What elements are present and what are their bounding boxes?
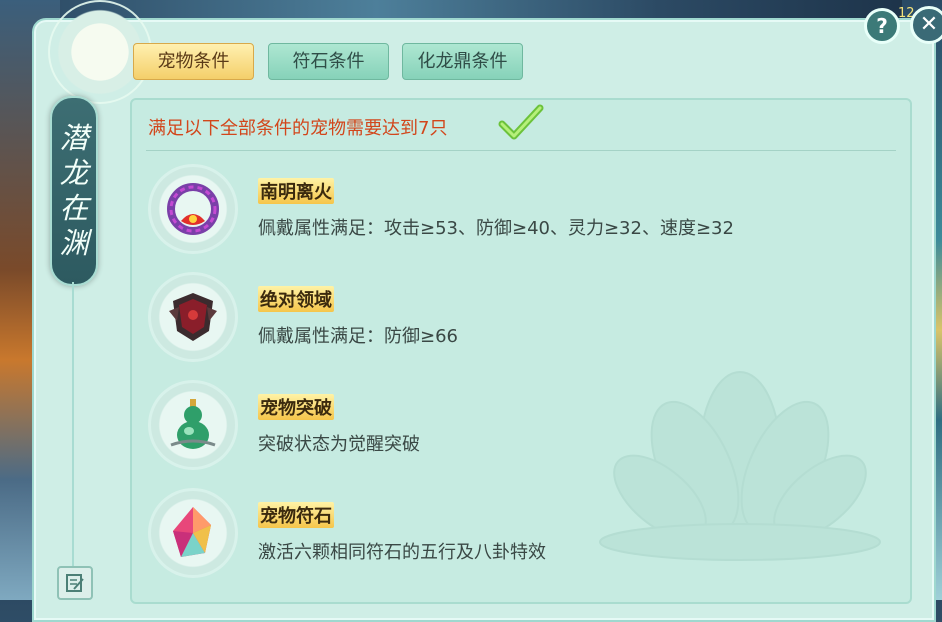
conditions-card: 满足以下全部条件的宠物需要达到7只 南明离火 佩戴属性满足：攻击≥53、防御≥4… bbox=[130, 98, 912, 604]
edit-note-icon bbox=[66, 574, 84, 592]
jade-gourd-icon[interactable] bbox=[148, 380, 238, 470]
condition-description: 突破状态为觉醒突破 bbox=[258, 434, 420, 455]
side-rail-divider bbox=[72, 282, 74, 572]
condition-description: 激活六颗相同符石的五行及八卦特效 bbox=[258, 542, 546, 563]
condition-item: 南明离火 佩戴属性满足：攻击≥53、防御≥40、灵力≥32、速度≥32 bbox=[148, 164, 888, 264]
checkmark-icon bbox=[498, 104, 544, 140]
condition-title: 南明离火 bbox=[258, 178, 334, 204]
tab-pet-conditions[interactable]: 宠物条件 bbox=[133, 43, 254, 80]
condition-title: 绝对领域 bbox=[258, 286, 334, 312]
tab-dragon-cauldron-conditions[interactable]: 化龙鼎条件 bbox=[402, 43, 523, 80]
notes-button[interactable] bbox=[57, 566, 93, 600]
side-title-char: 潜 bbox=[59, 121, 89, 155]
side-title-char: 渊 bbox=[59, 226, 89, 260]
close-button[interactable]: ✕ bbox=[910, 6, 942, 44]
rune-crystal-icon[interactable] bbox=[148, 488, 238, 578]
condition-item: 绝对领域 佩戴属性满足：防御≥66 bbox=[148, 272, 888, 372]
side-title-tab: 潜 龙 在 渊 bbox=[50, 96, 98, 286]
condition-item: 宠物突破 突破状态为觉醒突破 bbox=[148, 380, 888, 480]
condition-title: 宠物符石 bbox=[258, 502, 334, 528]
dark-armor-icon[interactable] bbox=[148, 272, 238, 362]
side-title-char: 在 bbox=[59, 191, 89, 225]
condition-description: 佩戴属性满足：攻击≥53、防御≥40、灵力≥32、速度≥32 bbox=[258, 218, 734, 239]
requirement-text: 满足以下全部条件的宠物需要达到7只 bbox=[148, 118, 448, 139]
condition-description: 佩戴属性满足：防御≥66 bbox=[258, 326, 458, 347]
red-dragon-collar-icon[interactable] bbox=[148, 164, 238, 254]
help-button[interactable]: ? bbox=[864, 8, 900, 44]
condition-title: 宠物突破 bbox=[258, 394, 334, 420]
side-title-char: 龙 bbox=[59, 156, 89, 190]
condition-item: 宠物符石 激活六颗相同符石的五行及八卦特效 bbox=[148, 488, 888, 588]
tab-rune-conditions[interactable]: 符石条件 bbox=[268, 43, 389, 80]
card-divider bbox=[146, 150, 896, 151]
